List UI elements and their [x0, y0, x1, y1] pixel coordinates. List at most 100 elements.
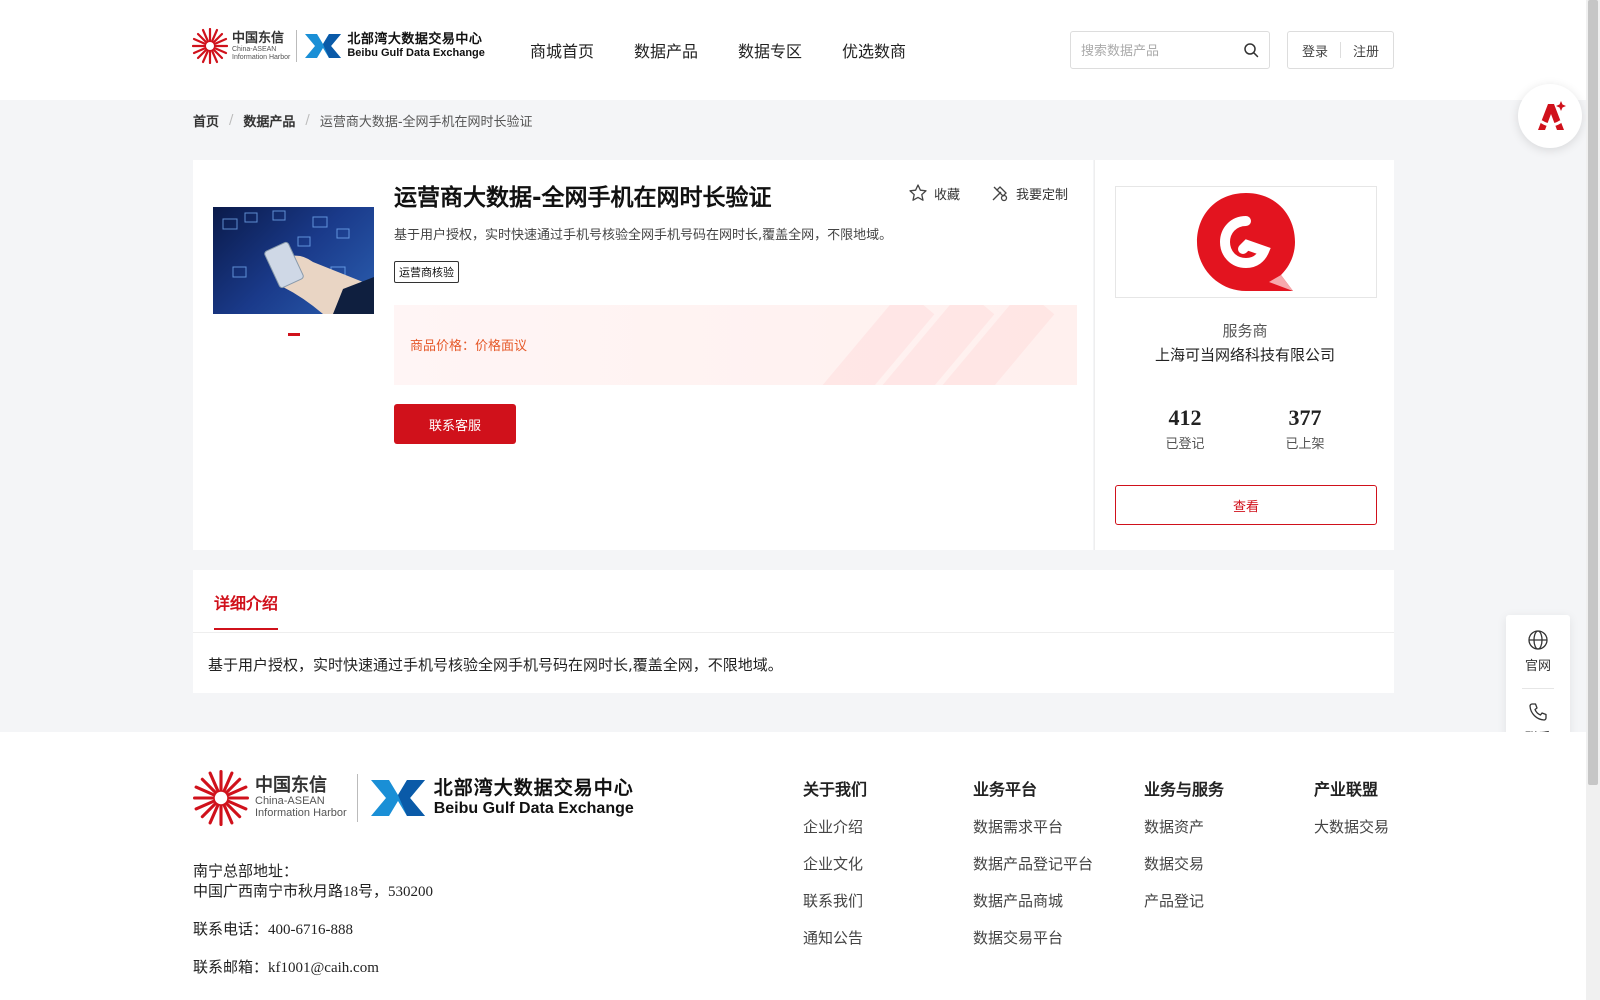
- search-input[interactable]: [1071, 42, 1231, 58]
- bgde-logo-icon: [370, 780, 425, 816]
- breadcrumb-home[interactable]: 首页: [193, 111, 219, 130]
- site-header: 中国东信 China-ASEAN Information Harbor 北部湾大…: [0, 0, 1586, 100]
- view-provider-button[interactable]: 查看: [1115, 485, 1377, 525]
- provider-card: 服务商 上海可当网络科技有限公司 412 已登记 377 已上架 查看: [1094, 160, 1394, 550]
- footer-column-title: 业务与服务: [1144, 780, 1225, 799]
- auth-group: 登录 注册: [1287, 31, 1394, 69]
- footer-address-label: 南宁总部地址：: [193, 864, 299, 880]
- tab-divider: [193, 632, 1394, 633]
- logo-bgde-cn: 北部湾大数据交易中心: [347, 32, 483, 47]
- product-title: 运营商大数据-全网手机在网时长验证: [394, 185, 772, 211]
- footer-logo-bgde-en: Beibu Gulf Data Exchange: [433, 800, 634, 817]
- carousel-indicator[interactable]: [288, 333, 300, 336]
- breadcrumb-separator: /: [305, 112, 310, 128]
- footer-link[interactable]: 企业文化: [803, 853, 867, 874]
- detail-section: 详细介绍 基于用户授权，实时快速通过手机号核验全网手机号码在网时长,覆盖全网，不…: [193, 570, 1394, 693]
- breadcrumb-separator: /: [229, 112, 234, 128]
- footer-link[interactable]: 企业介绍: [803, 816, 867, 837]
- footer-phone: 联系电话：400-6716-888: [193, 922, 353, 938]
- stat-registered-label: 已登记: [1165, 437, 1205, 452]
- main-nav: 商城首页 数据产品 数据专区 优选数商: [530, 38, 906, 62]
- globe-icon: [1528, 630, 1548, 650]
- product-thumbnail[interactable]: [213, 207, 374, 314]
- provider-logo[interactable]: [1115, 186, 1377, 298]
- footer-link[interactable]: 数据交易平台: [973, 927, 1093, 948]
- footer-link[interactable]: 产品登记: [1144, 890, 1224, 911]
- footer-logo[interactable]: 中国东信 China-ASEAN Information Harbor 北部湾大…: [193, 770, 634, 826]
- footer-link[interactable]: 数据交易: [1144, 853, 1224, 874]
- favorite-button[interactable]: 收藏: [908, 183, 960, 203]
- caih-burst-logo-icon: [193, 770, 249, 826]
- scrollbar-thumb[interactable]: [1588, 0, 1598, 785]
- breadcrumb-current: 运营商大数据-全网手机在网时长验证: [319, 114, 533, 130]
- breadcrumb: 首页 / 数据产品 / 运营商大数据-全网手机在网时长验证: [0, 100, 1586, 140]
- footer-address: 中国广西南宁市秋月路18号，530200: [193, 884, 434, 900]
- customize-label: 我要定制: [1016, 187, 1069, 203]
- footer-link[interactable]: 联系我们: [803, 890, 867, 911]
- customize-button[interactable]: 我要定制: [990, 183, 1068, 203]
- product-tag: 运营商核验: [394, 261, 459, 283]
- footer-logo-caih-en-sub: Information Harbor: [255, 807, 347, 819]
- star-icon: [909, 184, 927, 201]
- product-card: 运营商大数据-全网手机在网时长验证 收藏 我要定制 基于用户授权，实时快速通过手…: [193, 160, 1093, 550]
- nav-data-zone[interactable]: 数据专区: [738, 38, 802, 62]
- stat-listed-value: 377: [1288, 405, 1322, 430]
- footer-column-title: 关于我们: [803, 780, 868, 799]
- breadcrumb-category[interactable]: 数据产品: [243, 111, 295, 130]
- footer-column-title: 产业联盟: [1314, 780, 1379, 799]
- footer-link[interactable]: 数据资产: [1144, 816, 1224, 837]
- stat-listed: 377 已上架: [1245, 405, 1365, 452]
- ai-assistant-button[interactable]: [1518, 84, 1582, 148]
- nav-preferred-merchants[interactable]: 优选数商: [842, 38, 906, 62]
- footer-column-services: 业务与服务 数据资产 数据交易 产品登记: [1144, 776, 1224, 927]
- search-box: [1070, 31, 1270, 69]
- logo-bgde-en: Beibu Gulf Data Exchange: [347, 47, 485, 59]
- footer-link[interactable]: 数据需求平台: [973, 816, 1093, 837]
- footer-logo-divider: [356, 774, 358, 822]
- auth-divider: [1340, 42, 1341, 58]
- footer-link[interactable]: 数据产品商城: [973, 890, 1093, 911]
- footer-link[interactable]: 大数据交易: [1314, 816, 1389, 837]
- site-logo[interactable]: 中国东信 China-ASEAN Information Harbor 北部湾大…: [192, 28, 485, 64]
- official-site-label: 官网: [1524, 659, 1551, 674]
- footer-email[interactable]: 联系邮箱：kf1001@caih.com: [193, 958, 433, 978]
- thumbnail-art-icon: [222, 210, 374, 314]
- ai-assistant-icon: [1538, 101, 1566, 130]
- footer-link[interactable]: 数据产品登记平台: [973, 853, 1093, 874]
- phone-icon: [1529, 703, 1547, 721]
- favorite-label: 收藏: [934, 187, 961, 203]
- footer-logo-caih-cn: 中国东信: [255, 775, 327, 796]
- float-divider: [1522, 688, 1554, 689]
- tab-detail[interactable]: 详细介绍: [214, 590, 279, 630]
- stat-registered-value: 412: [1168, 405, 1202, 430]
- logo-caih-en-sub: Information Harbor: [232, 53, 291, 61]
- footer-column-title: 业务平台: [973, 780, 1038, 799]
- bgde-logo-icon: [305, 34, 342, 58]
- provider-name: 上海可当网络科技有限公司: [1154, 346, 1335, 364]
- logo-divider: [296, 30, 298, 62]
- register-link[interactable]: 注册: [1353, 41, 1379, 60]
- stat-listed-label: 已上架: [1285, 437, 1325, 452]
- login-link[interactable]: 登录: [1302, 41, 1328, 60]
- footer-column-platform: 业务平台 数据需求平台 数据产品登记平台 数据产品商城 数据交易平台: [973, 776, 1093, 964]
- logo-caih-en: China-ASEAN: [232, 45, 277, 53]
- footer-logo-bgde-cn: 北部湾大数据交易中心: [433, 777, 634, 799]
- footer-column-about: 关于我们 企业介绍 企业文化 联系我们 通知公告: [803, 776, 867, 964]
- provider-logo-icon: [1197, 193, 1295, 291]
- detail-text: 基于用户授权，实时快速通过手机号核验全网手机号码在网时长,覆盖全网，不限地域。: [208, 656, 783, 674]
- search-icon[interactable]: [1243, 42, 1259, 58]
- official-site-button[interactable]: 官网: [1506, 629, 1570, 674]
- footer-logo-caih-en: China-ASEAN: [255, 795, 325, 807]
- contact-service-button[interactable]: 联系客服: [394, 404, 516, 444]
- footer-column-alliance: 产业联盟 大数据交易: [1314, 776, 1389, 853]
- stat-registered: 412 已登记: [1125, 405, 1245, 452]
- product-description: 基于用户授权，实时快速通过手机号核验全网手机号码在网时长,覆盖全网，不限地域。: [394, 228, 893, 243]
- nav-mall-home[interactable]: 商城首页: [530, 38, 594, 62]
- product-actions: 收藏 我要定制: [908, 183, 1068, 203]
- caih-burst-logo-icon: [192, 28, 228, 64]
- footer-link[interactable]: 通知公告: [803, 927, 867, 948]
- nav-data-products[interactable]: 数据产品: [634, 38, 698, 62]
- price-label: 商品价格：价格面议: [410, 339, 528, 354]
- footer-contact-info: 南宁总部地址： 中国广西南宁市秋月路18号，530200 联系电话：400-67…: [193, 862, 433, 996]
- price-box: 商品价格：价格面议: [394, 305, 1077, 385]
